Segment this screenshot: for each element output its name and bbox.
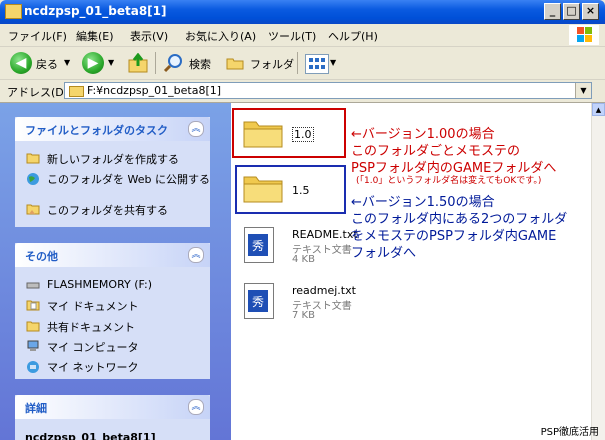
windows-logo-icon [569,25,599,45]
menu-tools[interactable]: ツール(T) [268,28,316,44]
folder-name: 1.0 [292,127,314,142]
svg-text:秀: 秀 [252,295,264,309]
forward-dropdown-icon[interactable]: ▼ [108,58,114,67]
network-icon [26,360,40,373]
maximize-button[interactable]: □ [563,3,580,20]
file-name: readmej.txt [292,284,356,297]
details-panel: 詳細 ︽ ncdzpsp_01_beta8[1] [15,395,210,440]
menu-view[interactable]: 表示(V) [130,28,168,44]
views-dropdown-icon[interactable]: ▼ [330,58,336,67]
new-folder-icon [26,152,40,164]
address-dropdown-icon[interactable]: ▼ [575,83,591,98]
folders-button[interactable]: フォルダ [250,56,294,72]
back-button[interactable]: 戻る [36,56,58,72]
text-file-icon: 秀 [244,283,274,319]
annotation-red-note: (「1.0」というフォルダ名は変えてもOKです。) [356,176,542,186]
details-folder-name: ncdzpsp_01_beta8[1] [25,431,156,440]
task-pane: ファイルとフォルダのタスク ︽ 新しいフォルダを作成する このフォルダを Web… [0,103,231,440]
drive-icon [26,279,40,291]
watermark: PSP徹底活用 [540,427,599,438]
back-dropdown-icon[interactable]: ▼ [64,58,70,67]
menu-favorites[interactable]: お気に入り(A) [185,28,256,44]
tasks-panel-header[interactable]: ファイルとフォルダのタスク ︽ [15,117,210,141]
menu-bar: ファイル(F) 編集(E) 表示(V) お気に入り(A) ツール(T) ヘルプ(… [0,24,605,47]
title-bar: ncdzpsp_01_beta8[1] _ □ × [0,0,605,24]
details-panel-title: 詳細 [25,402,47,415]
other-panel-title: その他 [25,250,58,263]
up-folder-button[interactable] [128,52,150,73]
globe-icon [26,172,40,185]
file-item-folder-1-0[interactable]: 1.0 [242,117,332,153]
collapse-chevron-icon[interactable]: ︽ [188,399,204,415]
computer-icon [26,340,40,352]
details-panel-header[interactable]: 詳細 ︽ [15,395,210,419]
folder-icon [242,172,284,204]
menu-help[interactable]: ヘルプ(H) [328,28,378,44]
tasks-panel: ファイルとフォルダのタスク ︽ 新しいフォルダを作成する このフォルダを Web… [15,117,210,227]
search-button[interactable]: 検索 [189,56,211,72]
vertical-scrollbar[interactable]: ▲ [591,103,605,440]
file-view: 1.0 1.5 秀 README.txt テキスト文書 4 KB 秀 readm… [231,103,591,440]
file-name: README.txt [292,228,358,241]
toolbar: ◀ 戻る ▼ ▶ ▼ 検索 フォルダ ▼ [0,47,605,80]
collapse-chevron-icon[interactable]: ︽ [188,247,204,263]
file-size: 4 KB [292,254,315,265]
other-panel-header[interactable]: その他 ︽ [15,243,210,267]
back-arrow-icon[interactable]: ◀ [10,52,32,74]
address-bar: アドレス(D) F:¥ncdzpsp_01_beta8[1] ▼ [0,80,605,103]
folder-icon [5,4,22,19]
address-value: F:¥ncdzpsp_01_beta8[1] [87,84,222,97]
menu-file[interactable]: ファイル(F) [8,28,67,44]
menu-edit[interactable]: 編集(E) [76,28,114,44]
folder-icon [242,117,284,149]
shared-folder-icon [26,203,40,215]
svg-text:秀: 秀 [252,239,264,253]
folder-name: 1.5 [292,184,310,197]
window-title: ncdzpsp_01_beta8[1] [24,4,167,18]
views-icon[interactable] [305,54,329,74]
address-label: アドレス(D) [7,86,69,99]
file-item-readme[interactable]: 秀 README.txt テキスト文書 4 KB [241,225,361,267]
close-button[interactable]: × [582,3,599,20]
scroll-up-arrow-icon[interactable]: ▲ [592,103,605,116]
forward-button[interactable]: ▶ [82,52,104,74]
file-size: 7 KB [292,310,315,321]
other-places-panel: その他 ︽ FLASHMEMORY (F:) マイ ドキュメント 共有ドキュメン… [15,243,210,379]
tasks-panel-title: ファイルとフォルダのタスク [25,124,168,137]
folders-icon[interactable] [226,56,244,70]
minimize-button[interactable]: _ [544,3,561,20]
annotation-blue-line4: フォルダへ [351,246,417,261]
folder-icon [26,320,40,332]
collapse-chevron-icon[interactable]: ︽ [188,121,204,137]
file-item-folder-1-5[interactable]: 1.5 [242,172,332,208]
documents-folder-icon [26,299,40,311]
folder-icon [69,86,84,97]
text-file-icon: 秀 [244,227,274,263]
address-input[interactable]: F:¥ncdzpsp_01_beta8[1] ▼ [64,82,592,99]
file-item-readmej[interactable]: 秀 readmej.txt テキスト文書 7 KB [241,281,361,323]
search-icon[interactable] [163,53,183,73]
